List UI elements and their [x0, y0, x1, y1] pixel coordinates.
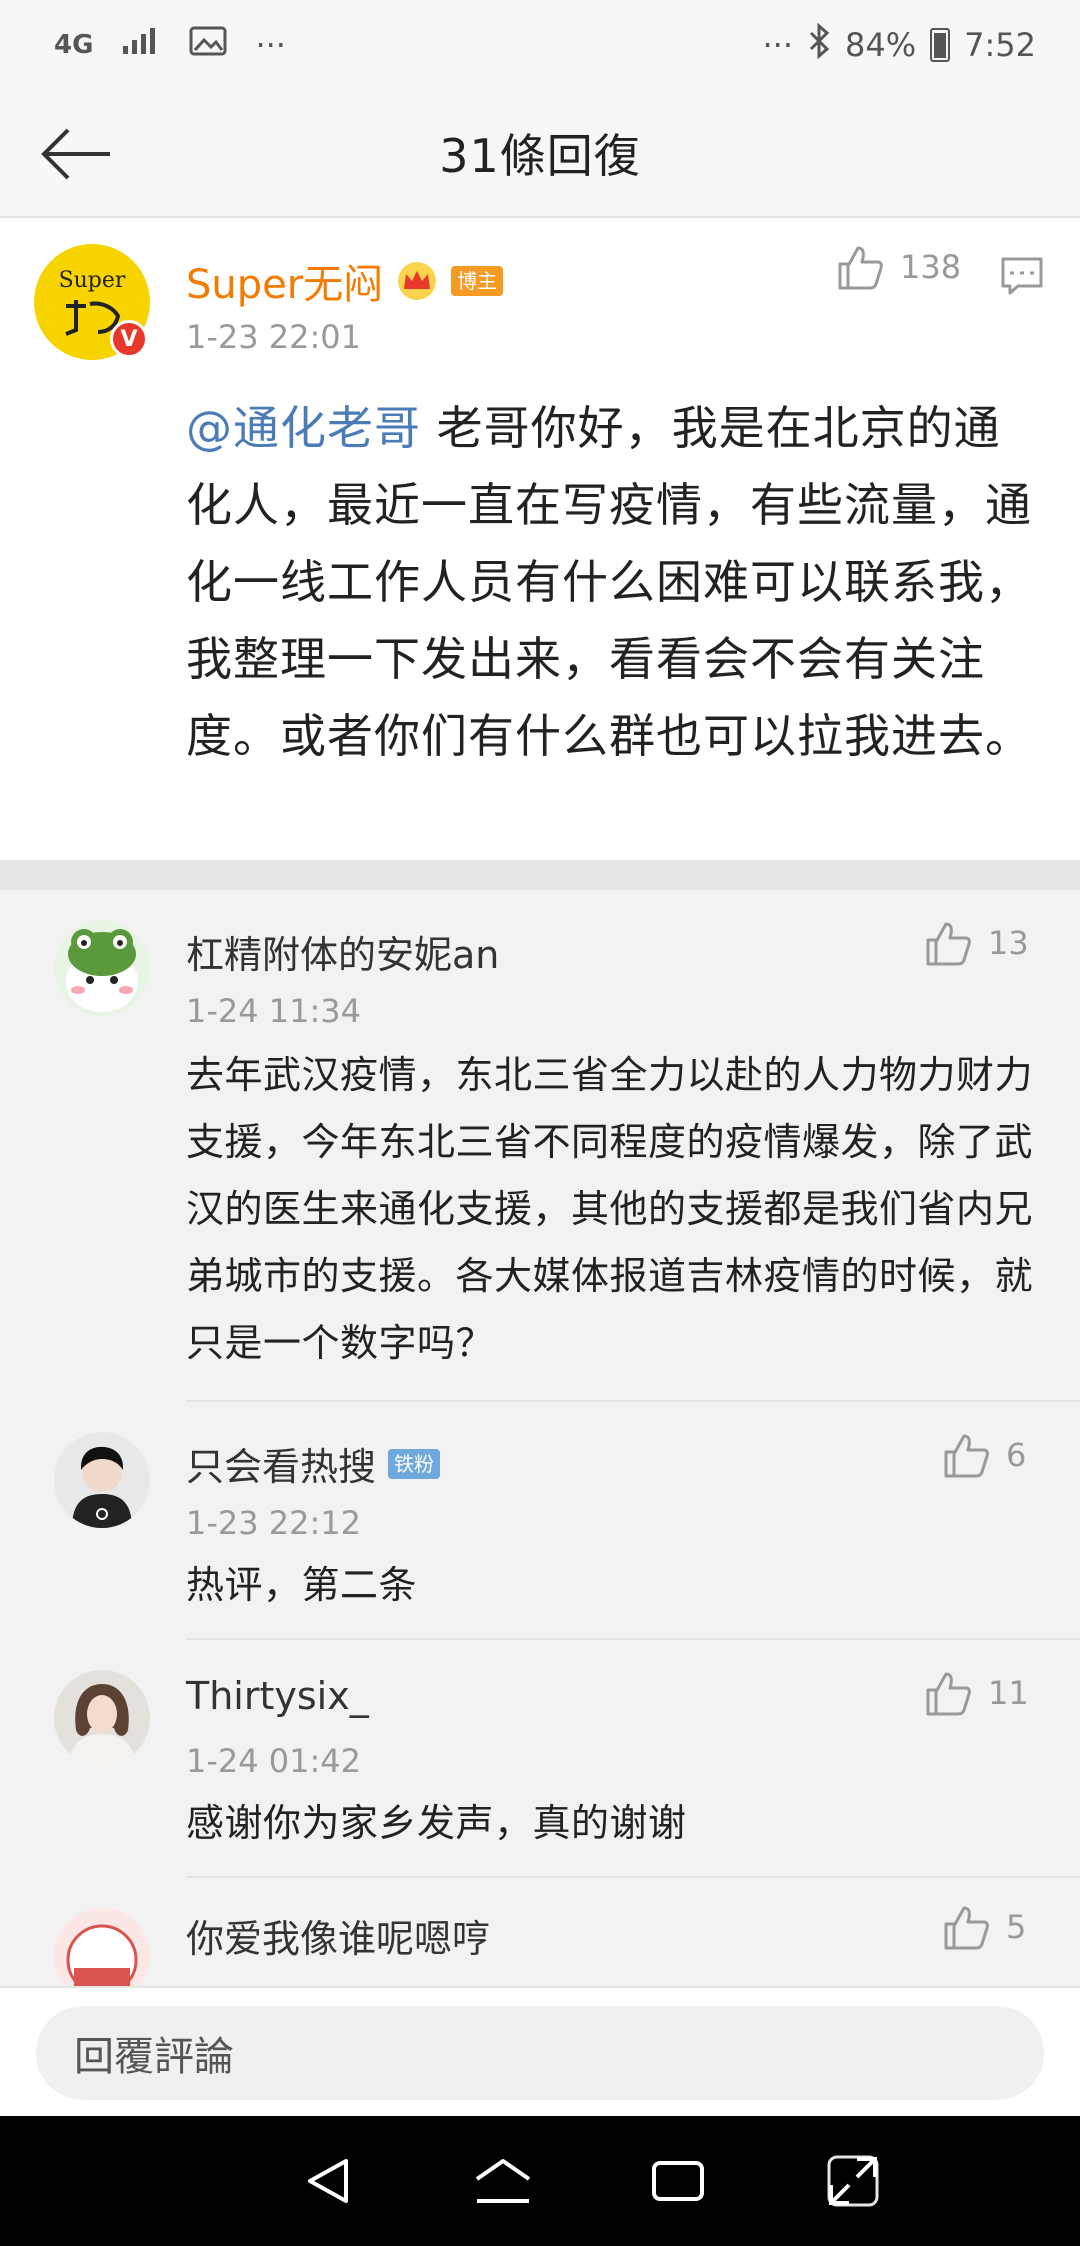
back-triangle-icon	[307, 2159, 348, 2203]
like-count: 11	[988, 1674, 1029, 1712]
like-count: 5	[1006, 1908, 1027, 1946]
comment-body: 老哥你好，我是在北京的通化人，最近一直在写疫情，有些流量，通化一线工作人员有什么…	[186, 401, 1032, 763]
comment-text: @通化老哥 老哥你好，我是在北京的通化人，最近一直在写疫情，有些流量，通化一线工…	[186, 390, 1036, 775]
gallery-icon	[189, 25, 227, 65]
comment-time: 1-23 22:12	[186, 1504, 362, 1542]
app-header: 31條回復	[0, 90, 1080, 218]
back-arrow-icon	[41, 128, 110, 180]
network-indicator: 4G	[54, 30, 94, 60]
like-button[interactable]: 138	[836, 244, 961, 290]
like-button[interactable]: 13	[924, 920, 1029, 966]
battery-percent: 84%	[845, 26, 917, 64]
comment-icon[interactable]	[1000, 256, 1044, 300]
comment-text: 热评，第二条	[186, 1563, 418, 1607]
thumbs-up-icon	[926, 1672, 971, 1716]
comment-author[interactable]: 只会看热搜 铁粉	[186, 1436, 441, 1491]
like-button[interactable]: 6	[942, 1432, 1026, 1478]
reply-input[interactable]: 回覆評論	[36, 2006, 1044, 2100]
avatar-text: Super	[58, 268, 126, 293]
comment-item: 杠精附体的安妮an 1-24 11:34 13 去年武汉疫情，东北三省全力以赴的…	[0, 890, 1080, 1402]
comment-author[interactable]: Super无闷 博主	[186, 252, 504, 310]
comment-author[interactable]: Thirtysix_	[186, 1674, 369, 1718]
like-count: 138	[900, 248, 962, 286]
fan-badge: 铁粉	[388, 1448, 441, 1479]
comment-author[interactable]: 杠精附体的安妮an	[186, 924, 499, 979]
section-divider	[0, 860, 1080, 890]
nav-home-button[interactable]	[458, 2136, 548, 2226]
bluetooth-icon	[807, 22, 831, 67]
nav-expand-button[interactable]	[808, 2136, 898, 2226]
comment-time: 1-24 01:42	[186, 1742, 362, 1780]
main-comment: Super V Super无闷 博主 1-23 22:01 138 @通化老哥 …	[0, 218, 1080, 860]
thumbs-up-icon	[838, 246, 883, 290]
mention-link[interactable]: @通化老哥	[186, 401, 421, 455]
blogger-badge: 博主	[451, 266, 504, 296]
comment-item: 你爱我像谁呢嗯哼 5	[0, 1878, 1080, 1986]
comment-item: Thirtysix_ 1-24 01:42 11 感谢你为家乡发声，真的谢谢	[0, 1640, 1080, 1878]
home-icon	[475, 2159, 530, 2203]
comment-time: 1-23 22:01	[186, 318, 362, 356]
verified-icon: V	[110, 320, 148, 358]
avatar[interactable]	[54, 920, 150, 1016]
like-button[interactable]: 5	[942, 1904, 1026, 1950]
nav-back-button[interactable]	[283, 2136, 373, 2226]
back-button[interactable]	[34, 112, 118, 196]
signal-icon	[121, 26, 161, 64]
thumbs-up-icon	[944, 1434, 989, 1478]
thumbs-up-icon	[944, 1906, 989, 1950]
crown-icon	[398, 262, 437, 300]
comment-text: 感谢你为家乡发声，真的谢谢	[186, 1801, 687, 1845]
more-status: ···	[762, 26, 794, 64]
system-nav-bar	[0, 2116, 1080, 2246]
avatar[interactable]	[54, 1432, 150, 1528]
author-name: Super无闷	[186, 262, 384, 308]
avatar[interactable]	[54, 1908, 150, 1986]
like-count: 13	[988, 924, 1029, 962]
avatar[interactable]	[54, 1670, 150, 1766]
comment-time: 1-24 11:34	[186, 992, 362, 1030]
author-name: 只会看热搜	[186, 1445, 377, 1489]
page-title: 31條回復	[439, 129, 641, 183]
clock: 7:52	[964, 26, 1036, 64]
comment-text: 去年武汉疫情，东北三省全力以赴的人力物力财力支援，今年东北三省不同程度的疫情爆发…	[186, 1053, 1034, 1365]
thumbs-up-icon	[926, 922, 971, 966]
comment-author[interactable]: 你爱我像谁呢嗯哼	[186, 1908, 490, 1963]
expand-icon	[827, 2155, 878, 2207]
comment-item: 只会看热搜 铁粉 1-23 22:12 6 热评，第二条	[0, 1402, 1080, 1640]
recents-icon	[651, 2161, 704, 2201]
like-count: 6	[1006, 1436, 1027, 1474]
status-bar: 4G ··· ··· 84% 7:52	[0, 0, 1080, 90]
battery-icon	[930, 28, 951, 62]
like-button[interactable]: 11	[924, 1670, 1029, 1716]
more-notifications: ···	[255, 26, 286, 64]
nav-recents-button[interactable]	[633, 2136, 723, 2226]
reply-bar: 回覆評論	[0, 1986, 1080, 2116]
